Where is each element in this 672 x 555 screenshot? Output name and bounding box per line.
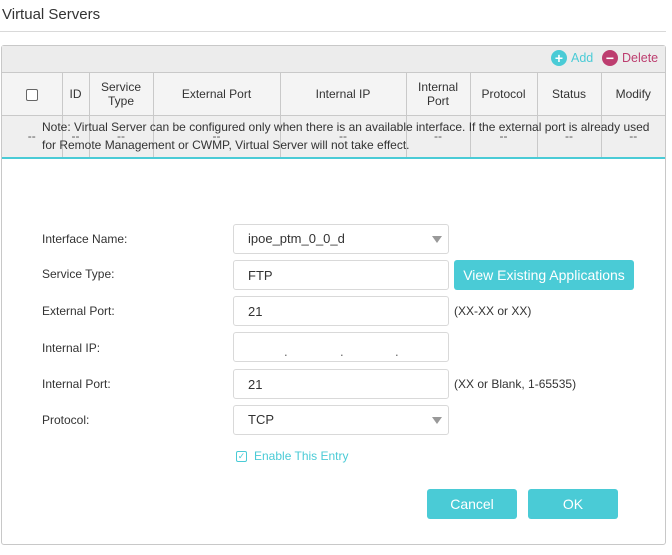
column-header-internal-port: Internal Port (405, 72, 470, 116)
protocol-select[interactable]: TCP (233, 405, 449, 435)
cancel-button[interactable]: Cancel (427, 489, 517, 519)
column-header-id: ID (61, 72, 89, 116)
protocol-label: Protocol: (42, 413, 90, 427)
internal-ip-input[interactable]: . . . (233, 332, 449, 362)
add-button[interactable]: + Add (551, 49, 593, 67)
view-existing-applications-button[interactable]: View Existing Applications (454, 260, 634, 290)
enable-entry-label: Enable This Entry (254, 449, 349, 463)
internal-port-label: Internal Port: (42, 377, 111, 391)
internal-port-hint: (XX or Blank, 1-65535) (454, 377, 577, 391)
interface-name-select[interactable]: ipoe_ptm_0_0_d (233, 224, 449, 254)
table-toolbar: + Add − Delete (2, 46, 665, 72)
external-port-input[interactable] (233, 296, 449, 326)
column-header-external-port: External Port (152, 72, 280, 116)
column-header-internal-ip: Internal IP (279, 72, 406, 116)
checkmark-icon: ✓ (236, 450, 247, 462)
chevron-down-icon (432, 417, 442, 424)
interface-name-label: Interface Name: (42, 232, 128, 246)
delete-label: Delete (622, 51, 659, 65)
plus-circle-icon: + (551, 50, 567, 66)
add-label: Add (571, 51, 594, 65)
title-divider (0, 31, 666, 32)
column-header-status: Status (536, 72, 601, 116)
minus-circle-icon: − (602, 50, 618, 66)
enable-entry-checkbox[interactable]: ✓ Enable This Entry (236, 449, 349, 463)
page-title: Virtual Servers (2, 6, 101, 23)
note-text: Note: Virtual Server can be configured o… (42, 120, 650, 152)
internal-ip-label: Internal IP: (42, 341, 101, 355)
service-type-input[interactable] (233, 260, 449, 290)
ip-separator: . (395, 344, 399, 359)
ip-separator: . (340, 344, 344, 359)
service-type-label: Service Type: (42, 267, 115, 281)
column-header-protocol: Protocol (469, 72, 537, 116)
select-all-checkbox[interactable] (25, 88, 38, 101)
ok-button[interactable]: OK (528, 489, 618, 519)
external-port-label: External Port: (42, 304, 115, 318)
protocol-value: TCP (248, 412, 274, 427)
column-header-modify: Modify (600, 72, 665, 116)
external-port-hint: (XX-XX or XX) (454, 304, 532, 318)
interface-name-value: ipoe_ptm_0_0_d (248, 231, 345, 246)
internal-port-input[interactable] (233, 369, 449, 399)
chevron-down-icon (432, 236, 442, 243)
ip-separator: . (284, 344, 288, 359)
column-header-service-type: Service Type (88, 72, 153, 116)
table-header-row: ID Service Type External Port Internal I… (2, 72, 665, 116)
select-all-header (2, 72, 62, 116)
delete-button[interactable]: − Delete (602, 49, 658, 67)
